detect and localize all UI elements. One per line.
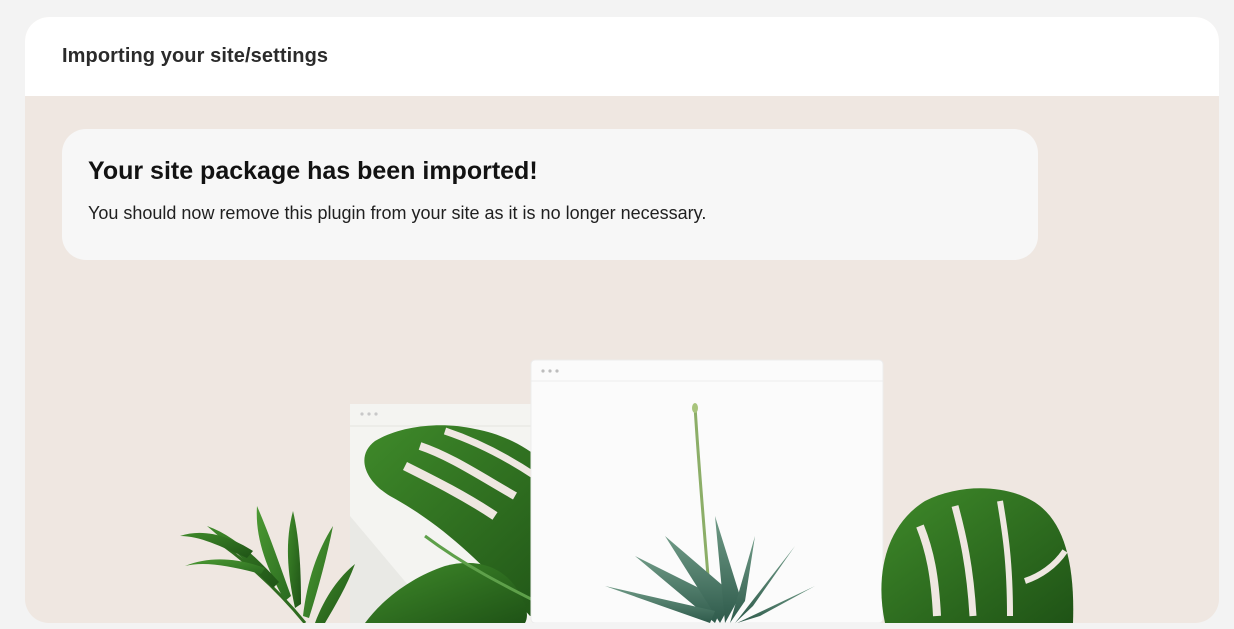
- page: Importing your site/settings Your site p…: [0, 0, 1234, 629]
- notice-heading: Your site package has been imported!: [88, 157, 538, 185]
- panel-body: Your site package has been imported! You…: [25, 96, 1219, 623]
- notice-message: You should now remove this plugin from y…: [88, 203, 707, 223]
- success-notice: Your site package has been imported! You…: [62, 129, 1038, 260]
- palm-leaf-icon: [180, 506, 355, 623]
- panel-header: Importing your site/settings: [25, 17, 1219, 96]
- panel-title: Importing your site/settings: [62, 45, 329, 67]
- monstera-leaf-right-icon: [881, 488, 1074, 623]
- import-panel: Importing your site/settings Your site p…: [25, 17, 1219, 623]
